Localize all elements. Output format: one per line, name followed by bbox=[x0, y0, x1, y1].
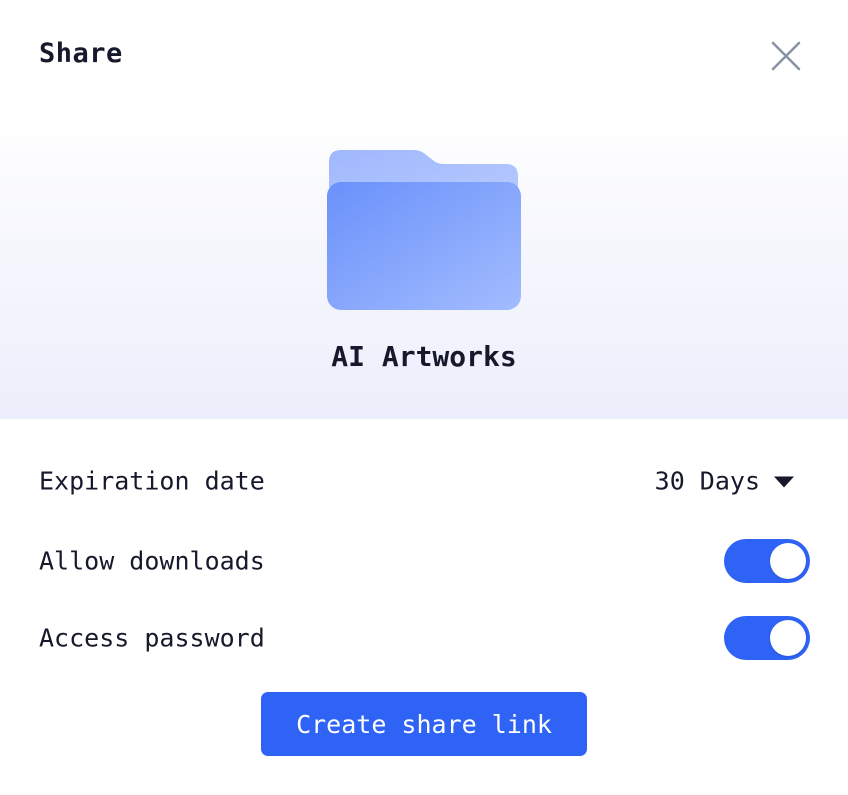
toggle-knob bbox=[770, 620, 806, 656]
dialog-header: Share bbox=[0, 0, 848, 110]
expiration-date-label: Expiration date bbox=[39, 466, 265, 496]
allow-downloads-label: Allow downloads bbox=[39, 546, 265, 576]
dialog-title: Share bbox=[39, 38, 123, 69]
toggle-knob bbox=[770, 543, 806, 579]
access-password-toggle[interactable] bbox=[724, 616, 810, 660]
access-password-label: Access password bbox=[39, 623, 265, 653]
expiration-date-value: 30 Days bbox=[654, 466, 760, 496]
create-share-link-button[interactable]: Create share link bbox=[261, 692, 587, 756]
expiration-date-select[interactable]: 30 Days bbox=[655, 467, 794, 496]
folder-name: AI Artworks bbox=[331, 340, 517, 373]
access-password-row: Access password bbox=[39, 616, 810, 660]
share-dialog: Share AI Artworks Expiration date 30 Day… bbox=[0, 0, 848, 795]
allow-downloads-row: Allow downloads bbox=[39, 539, 810, 583]
expiration-date-row: Expiration date 30 Days bbox=[39, 459, 810, 503]
caret-down-icon bbox=[774, 476, 794, 488]
shared-item-preview: AI Artworks bbox=[0, 110, 848, 419]
close-icon bbox=[771, 41, 801, 71]
folder-icon bbox=[327, 150, 521, 310]
close-button[interactable] bbox=[765, 35, 807, 77]
allow-downloads-toggle[interactable] bbox=[724, 539, 810, 583]
